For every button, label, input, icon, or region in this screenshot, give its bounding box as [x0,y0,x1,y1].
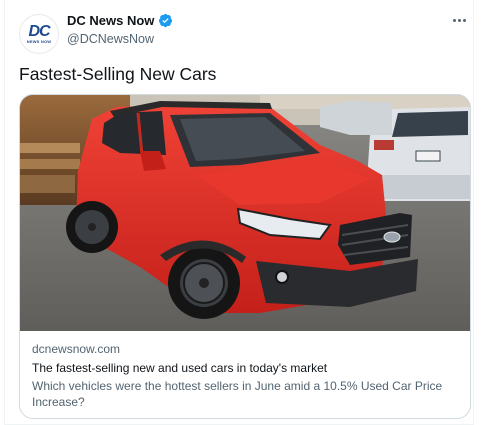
card-domain: dcnewsnow.com [32,342,121,356]
avatar-logo-text: DC [28,23,50,40]
more-options-icon-dot [462,18,466,22]
author-name[interactable]: DC News Now [67,13,154,28]
tweet[interactable]: DC NEWS NOW DC News Now @DCNewsNow Faste… [4,0,474,425]
avatar-logo-subtext: NEWS NOW [26,39,52,44]
link-card[interactable]: dcnewsnow.com The fastest-selling new an… [19,94,471,419]
verified-badge-icon [159,13,173,28]
card-title: The fastest-selling new and used cars in… [32,361,328,375]
author-handle[interactable]: @DCNewsNow [67,32,154,46]
author-name-row: DC News Now [67,13,173,28]
more-options-icon [452,18,456,22]
more-options-button[interactable] [449,10,469,30]
card-description: Which vehicles were the hottest sellers … [32,379,443,409]
tweet-text: Fastest-Selling New Cars [19,64,217,84]
card-image[interactable] [20,95,470,331]
card-meta: dcnewsnow.com The fastest-selling new an… [32,342,462,410]
avatar[interactable]: DC NEWS NOW [19,14,59,54]
more-options-icon-dot [457,18,461,22]
